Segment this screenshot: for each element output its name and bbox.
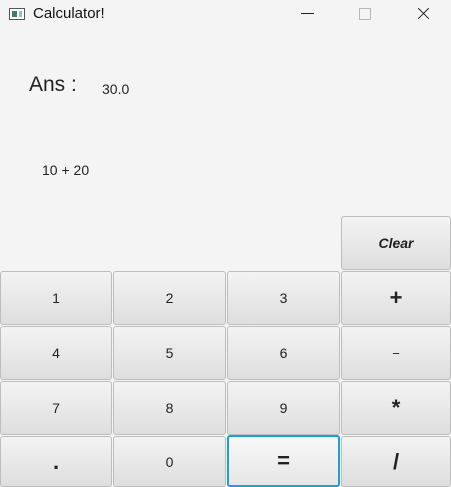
digit-2-button[interactable]: 2 bbox=[113, 271, 226, 325]
expression-display: 10 + 20 bbox=[42, 162, 90, 178]
minimize-icon[interactable] bbox=[285, 0, 331, 30]
minus-button[interactable]: − bbox=[341, 326, 451, 380]
digit-1-button[interactable]: 1 bbox=[0, 271, 112, 325]
app-window-icon bbox=[9, 8, 25, 20]
decimal-point-button[interactable]: . bbox=[0, 436, 112, 487]
digit-6-button[interactable]: 6 bbox=[227, 326, 340, 380]
window-title: Calculator! bbox=[33, 5, 105, 22]
ans-value: 30.0 bbox=[102, 81, 130, 97]
digit-5-button[interactable]: 5 bbox=[113, 326, 226, 380]
title-bar: Calculator! bbox=[0, 0, 451, 30]
ans-label: Ans : bbox=[29, 73, 77, 96]
multiply-button[interactable]: * bbox=[341, 381, 451, 435]
divide-button[interactable]: / bbox=[341, 436, 451, 487]
digit-3-button[interactable]: 3 bbox=[227, 271, 340, 325]
digit-0-button[interactable]: 0 bbox=[113, 436, 226, 487]
digit-8-button[interactable]: 8 bbox=[113, 381, 226, 435]
digit-9-button[interactable]: 9 bbox=[227, 381, 340, 435]
plus-button[interactable]: + bbox=[341, 271, 451, 325]
digit-4-button[interactable]: 4 bbox=[0, 326, 112, 380]
clear-button[interactable]: Clear bbox=[341, 216, 451, 270]
digit-7-button[interactable]: 7 bbox=[0, 381, 112, 435]
maximize-icon[interactable] bbox=[342, 0, 388, 30]
equals-button[interactable]: = bbox=[227, 435, 340, 487]
close-icon[interactable] bbox=[400, 0, 446, 30]
